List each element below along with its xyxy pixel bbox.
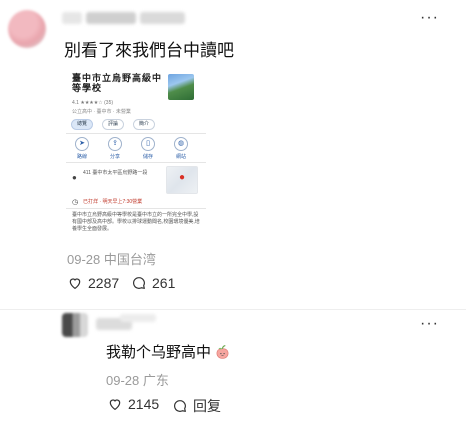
- more-horizontal-icon[interactable]: ···: [420, 316, 439, 332]
- comment-bubble-icon: [174, 400, 186, 412]
- avatar[interactable]: [62, 313, 88, 337]
- action-label: 路線: [76, 154, 87, 160]
- reply-date: 09-28: [106, 373, 140, 388]
- like-count: 2287: [88, 275, 120, 291]
- reply-button[interactable]: 回复: [172, 396, 221, 416]
- mini-map: ●: [166, 166, 198, 194]
- reply-label: 回复: [193, 398, 221, 414]
- reply-like-count: 2145: [128, 396, 160, 412]
- tab-overview: 總覽: [71, 119, 94, 130]
- comment-bubble-icon: [133, 277, 145, 289]
- heart-icon: [109, 399, 121, 411]
- action-label: 網站: [175, 154, 186, 160]
- username-blurred[interactable]: [86, 12, 136, 24]
- comment-location: 中国台湾: [103, 252, 156, 267]
- place-rating: 4.1 ★★★★☆ (35): [72, 100, 114, 106]
- reply-like-button[interactable]: 2145: [107, 396, 159, 412]
- divider: [0, 309, 466, 310]
- comment-meta: 09-28 中国台湾: [67, 249, 156, 268]
- reply-count-button[interactable]: 261: [131, 275, 175, 291]
- peach-emoji-icon: [216, 344, 229, 359]
- more-horizontal-icon[interactable]: ···: [420, 10, 439, 26]
- place-description: 臺中市立烏野高級中等學校是臺中市立的一所完全中學,設有國中部及高中部。學校以排球…: [72, 212, 200, 232]
- bookmark-icon: ▯: [141, 137, 155, 151]
- action-label: 儲存: [142, 154, 153, 160]
- username-blurred[interactable]: [140, 12, 185, 24]
- reply-text-row: 我勒个乌野高中: [106, 341, 231, 362]
- like-button[interactable]: 2287: [67, 275, 119, 291]
- directions-icon: ➤: [75, 137, 89, 151]
- avatar[interactable]: [8, 10, 46, 48]
- place-address: 411 臺中市太平區烏野路一段: [83, 170, 148, 176]
- action-label: 分享: [109, 154, 120, 160]
- username-blurred[interactable]: [62, 12, 82, 24]
- place-subtitle: 公立高中 · 臺中市 · 未營業: [72, 109, 131, 115]
- place-photo: [168, 74, 194, 100]
- divider: [66, 133, 206, 134]
- share-icon: ⇪: [108, 137, 122, 151]
- place-title: 臺中市立烏野高級中等學校: [72, 73, 163, 93]
- tab-reviews: 評論: [102, 119, 125, 130]
- comment-text: 別看了來我們台中讀吧: [64, 41, 234, 60]
- location-pin-icon: ●: [72, 173, 77, 182]
- reply-location: 广东: [142, 373, 169, 388]
- reply-count: 261: [152, 275, 176, 291]
- username-blurred[interactable]: [120, 314, 156, 322]
- globe-icon: ◍: [174, 137, 188, 151]
- heart-icon: [69, 278, 81, 290]
- comment-date: 09-28: [67, 252, 101, 267]
- map-marker-icon: ●: [179, 172, 186, 183]
- place-hours: 已打烊 · 明天早上7:30營業: [83, 199, 143, 205]
- divider: [66, 162, 206, 163]
- tab-about: 簡介: [133, 119, 156, 130]
- attached-image[interactable]: 臺中市立烏野高級中等學校 4.1 ★★★★☆ (35) 公立高中 · 臺中市 ·…: [66, 67, 206, 239]
- clock-icon: ◷: [72, 199, 79, 206]
- reply-meta: 09-28 广东: [106, 370, 169, 389]
- divider: [66, 208, 206, 209]
- reply-text: 我勒个乌野高中: [106, 344, 212, 361]
